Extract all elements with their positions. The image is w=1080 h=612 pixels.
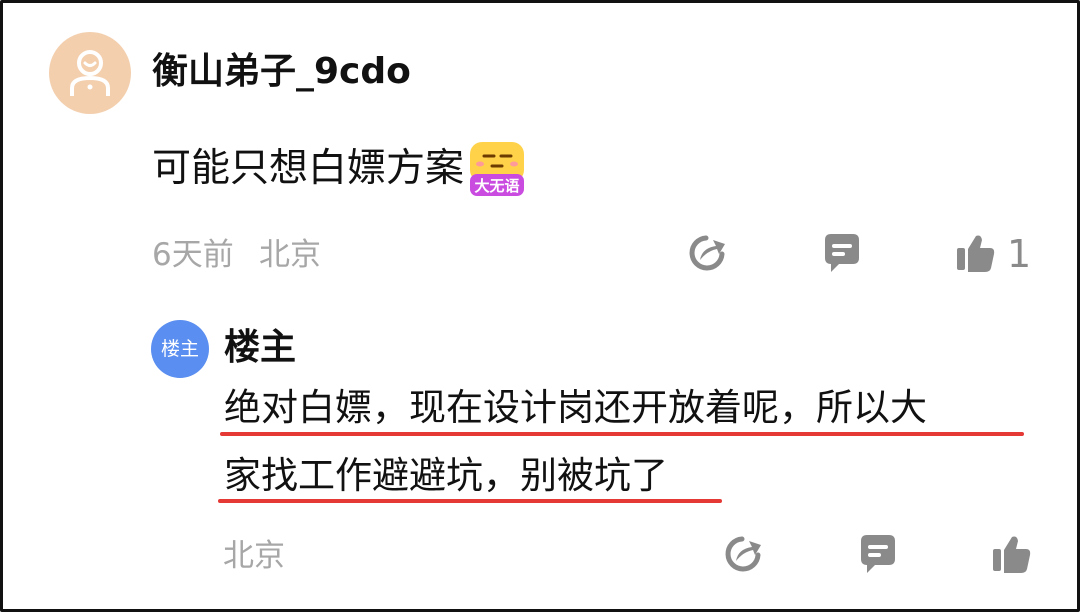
highlight-underline-1	[220, 432, 1024, 436]
comment-username[interactable]: 衡山弟子_9cdo	[152, 48, 411, 96]
sticker-label: 大无语	[475, 177, 520, 195]
reply-share-button[interactable]	[722, 533, 764, 575]
op-avatar-badge[interactable]: 楼主	[151, 320, 209, 378]
avatar-person-icon	[70, 50, 110, 96]
reply-reply-button[interactable]	[857, 533, 899, 575]
comment-text: 可能只想白嫖方案 大无语	[152, 140, 526, 198]
share-button[interactable]	[686, 232, 728, 274]
reply-author[interactable]: 楼主	[224, 324, 296, 372]
share-icon	[725, 536, 761, 572]
sticker-face-icon: 大无语	[470, 142, 525, 196]
reply-text-line-2: 家找工作避避坑，别被坑了	[224, 454, 668, 497]
share-icon	[689, 235, 725, 271]
highlight-underline-2	[218, 499, 722, 503]
reply-like-button[interactable]	[991, 533, 1033, 575]
reply-icon	[825, 234, 859, 272]
comment-location: 北京	[259, 237, 321, 273]
reply-location: 北京	[223, 538, 285, 574]
reply-text-line-1: 绝对白嫖，现在设计岗还开放着呢，所以大	[224, 386, 927, 429]
user-avatar[interactable]	[49, 32, 131, 114]
thumbs-up-icon	[957, 235, 995, 272]
reply-icon	[861, 535, 895, 573]
speechless-sticker: 大无语	[468, 140, 526, 198]
comment-time: 6天前	[152, 237, 234, 273]
like-count: 1	[1007, 232, 1032, 276]
comment-body: 可能只想白嫖方案	[152, 146, 465, 191]
reply-button[interactable]	[821, 232, 863, 274]
thumbs-up-icon	[993, 536, 1031, 573]
like-button[interactable]	[955, 232, 997, 274]
